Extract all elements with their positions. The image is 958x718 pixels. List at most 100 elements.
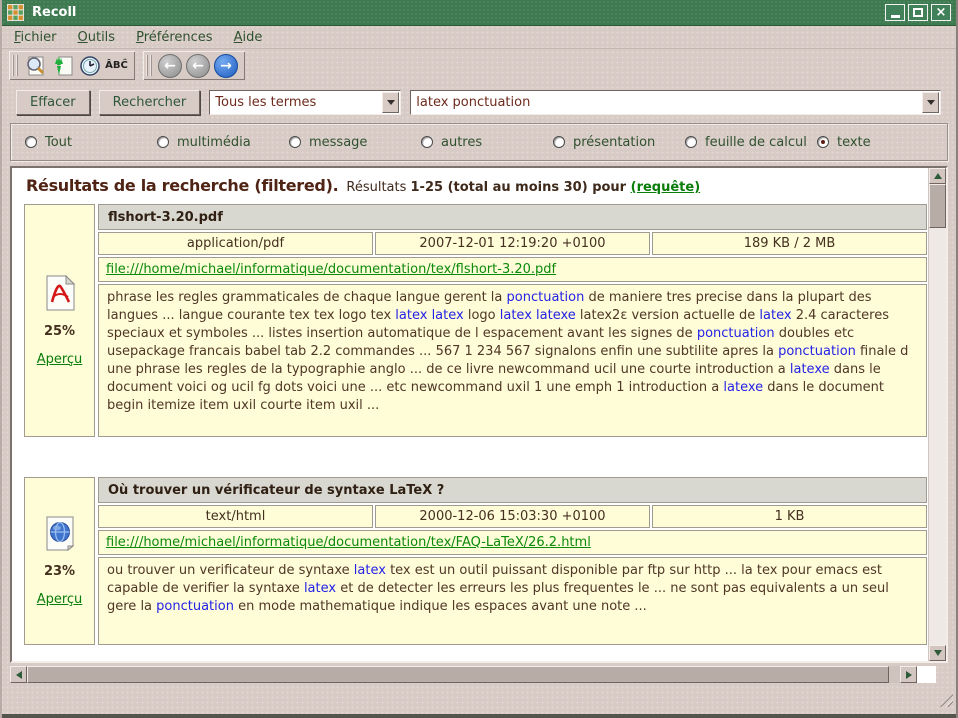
results-title: Résultats de la recherche (filtered). [26,176,338,195]
result-url-link[interactable]: file:///home/michael/informatique/docume… [106,262,556,277]
scroll-right-button[interactable] [900,666,917,683]
preview-link[interactable]: Aperçu [37,352,83,367]
result-snippet: phrase les regles grammaticales de chaqu… [98,284,927,437]
vertical-scrollbar-thumb[interactable] [929,184,946,228]
arrow-down-icon [934,650,942,656]
term-explorer-icon: ÂBĈ [105,60,128,71]
result-snippet: ou trouver un verificateur de syntaxe la… [98,557,927,645]
search-mode-select[interactable]: Tous les termes [209,90,401,115]
history-clock-icon [79,55,101,77]
sort-parameters-button[interactable] [49,53,76,78]
menu-preferences[interactable]: Préférences [134,29,214,46]
horizontal-scrollbar-thumb[interactable] [27,666,889,683]
result-title: Où trouver un vérificateur de syntaxe La… [98,477,927,503]
close-button[interactable]: × [931,4,951,21]
term-explorer-button[interactable]: ÂBĈ [103,53,130,78]
dropdown-button[interactable] [382,92,399,113]
results-header: Résultats de la recherche (filtered). Rés… [26,176,920,195]
category-filter-frame: Tout multimédia message autres présentat… [10,123,948,161]
result-row: 25% Aperçu flshort-3.20.pdf application/… [24,204,927,437]
advanced-search-button[interactable] [22,53,49,78]
result-side-panel: 23% Aperçu [24,477,95,645]
advanced-search-icon [25,55,47,77]
radio-icon [289,136,301,148]
horizontal-scrollbar-row [10,666,948,683]
relevance-percent: 23% [44,564,75,579]
arrow-right-icon [906,671,912,679]
result-url-row: file:///home/michael/informatique/docume… [98,257,927,282]
result-url-row: file:///home/michael/informatique/docume… [98,530,927,555]
filter-radio-multimedia[interactable]: multimédia [157,135,289,150]
result-size: 189 KB / 2 MB [652,232,927,255]
horizontal-scrollbar-track[interactable] [889,666,900,683]
query-details-link[interactable]: (requête) [631,180,701,195]
toolbar-drag-handle[interactable] [146,55,152,76]
chevron-down-icon [927,100,935,105]
search-query-combo [410,90,941,115]
results-list: Résultats de la recherche (filtered). Rés… [10,166,948,663]
vertical-scrollbar-track[interactable] [929,228,946,645]
menu-fichier[interactable]: Fichier [12,29,59,46]
arrow-left-icon [16,671,22,679]
first-page-button[interactable]: ← [158,54,182,78]
toolbar: ÂBĈ ← ← → [2,49,956,82]
maximize-button[interactable] [908,4,928,21]
result-date: 2000-12-06 15:03:30 +0100 [375,505,650,528]
window-border [2,714,956,718]
result-title: flshort-3.20.pdf [98,204,927,230]
window-title: Recoll [32,5,882,20]
close-icon: × [936,6,947,19]
radio-icon [157,136,169,148]
radio-icon [421,136,433,148]
result-row: 23% Aperçu Où trouver un vérificateur de… [24,477,927,645]
pdf-file-icon [43,275,77,311]
back-arrow-icon: ← [192,59,204,73]
menu-aide[interactable]: Aide [232,29,265,46]
filter-radio-presentation[interactable]: présentation [553,135,685,150]
search-button[interactable]: Rechercher [99,90,201,115]
result-url-link[interactable]: file:///home/michael/informatique/docume… [106,535,591,550]
previous-page-button[interactable]: ← [186,54,210,78]
sort-parameters-icon [52,55,74,77]
minimize-button[interactable] [885,4,905,21]
vertical-scrollbar[interactable] [928,168,946,661]
forward-arrow-icon: → [220,59,232,73]
filter-radio-message[interactable]: message [289,135,421,150]
result-meta-row: application/pdf 2007-12-01 12:19:20 +010… [98,232,927,255]
result-detail: flshort-3.20.pdf application/pdf 2007-12… [98,204,927,437]
clear-button[interactable]: Effacer [16,90,90,115]
filter-radio-feuille-de-calcul[interactable]: feuille de calcul [685,135,817,150]
search-row: Effacer Rechercher Tous les termes [2,82,956,120]
toolbar-drag-handle[interactable] [12,55,18,76]
scrollbar-edge-gap [936,666,948,683]
filter-radio-tout[interactable]: Tout [25,135,157,150]
dropdown-button[interactable] [922,92,939,113]
result-mime-type: text/html [98,505,373,528]
scroll-down-button[interactable] [929,645,946,661]
scroll-up-button[interactable] [929,168,946,184]
result-side-panel: 25% Aperçu [24,204,95,437]
filter-radio-texte[interactable]: texte [817,135,871,150]
search-mode-value: Tous les termes [210,95,382,110]
back-arrow-icon: ← [164,59,176,73]
toolbar-group-nav: ← ← → [143,51,245,80]
horizontal-scrollbar[interactable] [10,666,917,683]
radio-icon [553,136,565,148]
result-mime-type: application/pdf [98,232,373,255]
filter-radio-autres[interactable]: autres [421,135,553,150]
arrow-up-icon [934,173,942,179]
scrollbar-corner [917,666,936,683]
results-count: Résultats 1-25 (total au moins 30) pour … [346,180,700,195]
radio-icon [685,136,697,148]
resize-grip[interactable] [940,694,953,707]
menu-outils[interactable]: Outils [76,29,118,46]
preview-link[interactable]: Aperçu [37,592,83,607]
toolbar-group-tools: ÂBĈ [9,51,135,80]
checkerboard-app-icon [7,4,24,21]
result-size: 1 KB [652,505,927,528]
scroll-left-button[interactable] [10,666,27,683]
search-input[interactable] [411,95,922,110]
next-page-button[interactable]: → [214,54,238,78]
result-date: 2007-12-01 12:19:20 +0100 [375,232,650,255]
history-button[interactable] [76,53,103,78]
